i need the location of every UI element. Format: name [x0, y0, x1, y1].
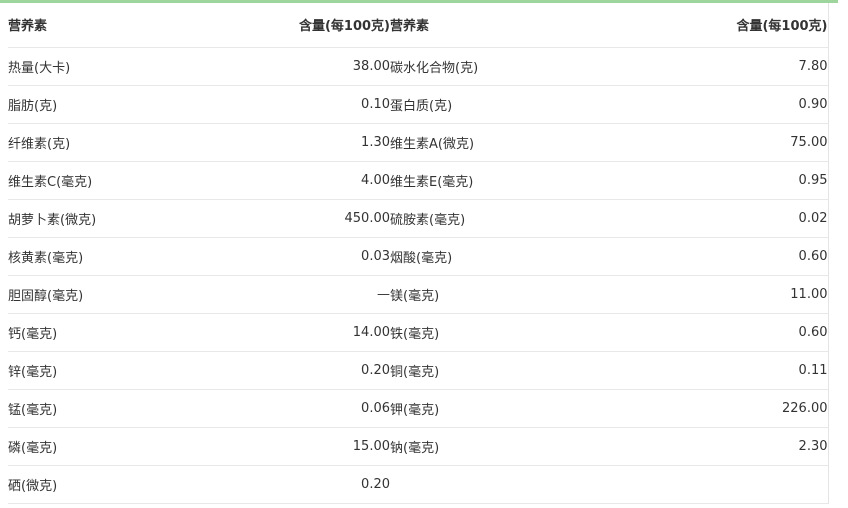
- nutrient-name-cell: 钙(毫克): [8, 313, 242, 351]
- column-header-nutrient-left: 营养素: [8, 3, 242, 47]
- nutrient-name-cell: 热量(大卡): [8, 47, 242, 85]
- nutrient-value-cell: 0.02: [630, 199, 828, 237]
- nutrition-panel: 营养素 含量(每100克) 营养素 含量(每100克) 热量(大卡)38.00碳…: [0, 0, 838, 504]
- nutrient-name-cell: 碳水化合物(克): [390, 47, 630, 85]
- nutrient-value-cell: 226.00: [630, 389, 828, 427]
- nutrient-name-cell: [390, 465, 630, 503]
- page: 营养素 含量(每100克) 营养素 含量(每100克) 热量(大卡)38.00碳…: [0, 0, 848, 508]
- table-row: 胡萝卜素(微克)450.00硫胺素(毫克)0.02: [8, 199, 828, 237]
- table-row: 锌(毫克)0.20铜(毫克)0.11: [8, 351, 828, 389]
- nutrient-value-cell: 0.20: [242, 465, 390, 503]
- nutrient-value-cell: 450.00: [242, 199, 390, 237]
- nutrient-name-cell: 钠(毫克): [390, 427, 630, 465]
- column-header-amount-right: 含量(每100克): [630, 3, 828, 47]
- nutrient-value-cell: 1.30: [242, 123, 390, 161]
- header-row: 营养素 含量(每100克) 营养素 含量(每100克): [8, 3, 828, 47]
- table-row: 核黄素(毫克)0.03烟酸(毫克)0.60: [8, 237, 828, 275]
- nutrition-table: 营养素 含量(每100克) 营养素 含量(每100克) 热量(大卡)38.00碳…: [8, 3, 829, 504]
- column-header-nutrient-right: 营养素: [390, 3, 630, 47]
- nutrient-value-cell: 4.00: [242, 161, 390, 199]
- table-row: 胆固醇(毫克)—镁(毫克)11.00: [8, 275, 828, 313]
- nutrient-value-cell: —: [242, 275, 390, 313]
- nutrient-name-cell: 铜(毫克): [390, 351, 630, 389]
- nutrient-value-cell: 0.11: [630, 351, 828, 389]
- nutrient-value-cell: 0.95: [630, 161, 828, 199]
- table-row: 磷(毫克)15.00钠(毫克)2.30: [8, 427, 828, 465]
- column-header-amount-left: 含量(每100克): [242, 3, 390, 47]
- nutrient-value-cell: 0.60: [630, 313, 828, 351]
- nutrient-name-cell: 钾(毫克): [390, 389, 630, 427]
- nutrient-name-cell: 胆固醇(毫克): [8, 275, 242, 313]
- table-row: 热量(大卡)38.00碳水化合物(克)7.80: [8, 47, 828, 85]
- table-row: 纤维素(克)1.30维生素A(微克)75.00: [8, 123, 828, 161]
- nutrient-name-cell: 蛋白质(克): [390, 85, 630, 123]
- nutrient-name-cell: 脂肪(克): [8, 85, 242, 123]
- nutrient-value-cell: 0.03: [242, 237, 390, 275]
- table-row: 锰(毫克)0.06钾(毫克)226.00: [8, 389, 828, 427]
- nutrient-name-cell: 核黄素(毫克): [8, 237, 242, 275]
- nutrient-value-cell: 75.00: [630, 123, 828, 161]
- nutrient-name-cell: 维生素A(微克): [390, 123, 630, 161]
- nutrient-value-cell: 0.20: [242, 351, 390, 389]
- table-row: 钙(毫克)14.00铁(毫克)0.60: [8, 313, 828, 351]
- nutrient-name-cell: 硒(微克): [8, 465, 242, 503]
- table-row: 硒(微克)0.20: [8, 465, 828, 503]
- nutrient-name-cell: 磷(毫克): [8, 427, 242, 465]
- nutrient-value-cell: 7.80: [630, 47, 828, 85]
- nutrient-value-cell: 0.06: [242, 389, 390, 427]
- nutrient-name-cell: 硫胺素(毫克): [390, 199, 630, 237]
- nutrient-value-cell: 2.30: [630, 427, 828, 465]
- nutrient-name-cell: 铁(毫克): [390, 313, 630, 351]
- nutrient-value-cell: 0.60: [630, 237, 828, 275]
- nutrient-name-cell: 胡萝卜素(微克): [8, 199, 242, 237]
- nutrient-value-cell: 0.90: [630, 85, 828, 123]
- table-row: 脂肪(克)0.10蛋白质(克)0.90: [8, 85, 828, 123]
- nutrient-name-cell: 锰(毫克): [8, 389, 242, 427]
- nutrient-value-cell: 11.00: [630, 275, 828, 313]
- nutrient-name-cell: 烟酸(毫克): [390, 237, 630, 275]
- nutrient-name-cell: 维生素C(毫克): [8, 161, 242, 199]
- nutrient-value-cell: [630, 465, 828, 503]
- nutrient-name-cell: 锌(毫克): [8, 351, 242, 389]
- nutrient-value-cell: 0.10: [242, 85, 390, 123]
- nutrient-name-cell: 镁(毫克): [390, 275, 630, 313]
- nutrient-value-cell: 15.00: [242, 427, 390, 465]
- nutrient-value-cell: 14.00: [242, 313, 390, 351]
- nutrient-name-cell: 维生素E(毫克): [390, 161, 630, 199]
- nutrient-name-cell: 纤维素(克): [8, 123, 242, 161]
- table-row: 维生素C(毫克)4.00维生素E(毫克)0.95: [8, 161, 828, 199]
- nutrient-value-cell: 38.00: [242, 47, 390, 85]
